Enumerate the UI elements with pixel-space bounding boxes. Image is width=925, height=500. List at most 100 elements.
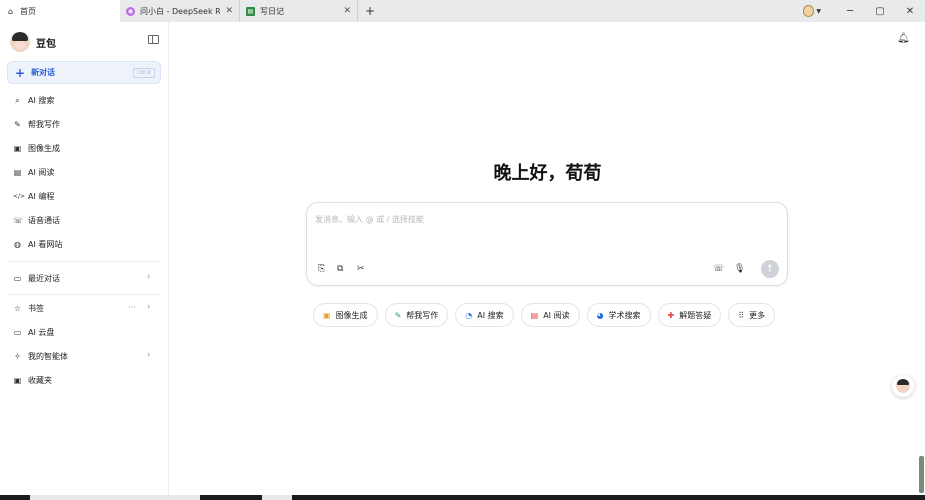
brand[interactable]: 豆包 bbox=[10, 32, 56, 52]
tab-home[interactable]: ⌂ 首页 bbox=[0, 0, 120, 22]
avatar bbox=[896, 379, 910, 393]
brand-name: 豆包 bbox=[36, 38, 56, 50]
main-panel: 🔔︎ 晚上好，荀荀 发消息、输入 @ 或 / 选择技能 ⎘ ⧉ ✂ ☏ 🎙︎ ↑… bbox=[170, 22, 925, 495]
new-chat-label: 新对话 bbox=[31, 68, 56, 77]
star-icon: ☆ bbox=[13, 304, 22, 313]
doc-icon: ▤ bbox=[246, 6, 255, 16]
pen-icon: ✎ bbox=[14, 120, 21, 129]
image-gen-icon: ▣ bbox=[323, 310, 331, 320]
cloud-icon: ▭ bbox=[13, 328, 22, 337]
greeting: 晚上好，荀荀 bbox=[493, 163, 602, 184]
maximize-button[interactable]: ▢ bbox=[865, 0, 895, 22]
plus-icon: + bbox=[15, 65, 26, 80]
bookmark-icon: ▣ bbox=[13, 376, 22, 385]
chip-label: AI 搜索 bbox=[477, 310, 504, 320]
chip-label: AI 阅读 bbox=[543, 310, 570, 320]
home-icon: ⌂ bbox=[7, 6, 14, 16]
chip-label: 更多 bbox=[749, 310, 766, 320]
floating-assistant-button[interactable] bbox=[892, 375, 914, 397]
chevron-right-icon[interactable]: › bbox=[147, 302, 151, 312]
solve-icon: ✚ bbox=[667, 310, 675, 320]
sidebar-item-label: AI 看网站 bbox=[28, 240, 63, 249]
chevron-right-icon[interactable]: › bbox=[147, 272, 151, 282]
sidebar-item-bookmarks[interactable]: ☆ 书签 bbox=[13, 303, 44, 314]
sidebar-item-label: 收藏夹 bbox=[28, 376, 52, 385]
sidebar-item-ai-code[interactable]: </> AI 编程 bbox=[13, 191, 54, 202]
divider bbox=[7, 261, 161, 262]
sidebar-item-label: AI 编程 bbox=[28, 192, 55, 201]
close-icon[interactable]: ✕ bbox=[343, 6, 351, 16]
chip-writing[interactable]: ✎ 帮我写作 bbox=[384, 303, 449, 327]
chevron-down-icon: ▼ bbox=[816, 7, 821, 15]
skill-chips: ▣ 图像生成 ✎ 帮我写作 ◔ AI 搜索 ▤ AI 阅读 ◕ 学术搜索 ✚ 解… bbox=[313, 303, 776, 327]
close-button[interactable]: ✕ bbox=[895, 0, 925, 22]
new-chat-button[interactable]: + 新对话 Ctrl K bbox=[7, 61, 161, 84]
sidebar-item-writing[interactable]: ✎ 帮我写作 bbox=[13, 119, 60, 130]
sidebar-item-label: 语音通话 bbox=[28, 216, 60, 225]
screenshot-icon[interactable]: ⧉ bbox=[337, 264, 343, 274]
tab-deepseek-label: 问小白 - DeepSeek R1 bbox=[140, 6, 221, 16]
close-icon[interactable]: ✕ bbox=[225, 6, 233, 16]
sidebar-item-label: 帮我写作 bbox=[28, 120, 60, 129]
tab-deepseek[interactable]: ◉ 问小白 - DeepSeek R1 ✕ bbox=[120, 0, 240, 22]
sidebar-item-ai-read[interactable]: ▤ AI 阅读 bbox=[13, 167, 55, 178]
phone-icon: ☏ bbox=[13, 216, 24, 225]
taskbar bbox=[0, 495, 925, 500]
sidebar-item-ai-cloud[interactable]: ▭ AI 云盘 bbox=[13, 327, 55, 338]
chat-icon: ▭ bbox=[13, 274, 22, 283]
sidebar-item-favorites[interactable]: ▣ 收藏夹 bbox=[13, 375, 52, 386]
globe-icon: ◍ bbox=[14, 240, 21, 249]
chip-ai-search[interactable]: ◔ AI 搜索 bbox=[455, 303, 514, 327]
microphone-icon[interactable]: 🎙︎ bbox=[734, 264, 745, 274]
tab-diary-label: 写日记 bbox=[260, 6, 284, 16]
ai-read-icon: ▤ bbox=[530, 310, 539, 320]
sidebar-item-label: AI 搜索 bbox=[28, 96, 55, 105]
scrollbar[interactable] bbox=[919, 456, 924, 493]
divider bbox=[7, 294, 161, 295]
chip-academic-search[interactable]: ◕ 学术搜索 bbox=[586, 303, 651, 327]
bell-icon[interactable]: 🔔︎ bbox=[897, 33, 910, 44]
chip-image-gen[interactable]: ▣ 图像生成 bbox=[313, 303, 378, 327]
academic-icon: ◕ bbox=[596, 310, 604, 320]
account-menu[interactable]: ▼ bbox=[803, 3, 821, 19]
sidebar-item-label: AI 阅读 bbox=[28, 168, 55, 177]
agent-icon: ✧ bbox=[14, 352, 21, 361]
deepseek-icon: ◉ bbox=[126, 6, 135, 16]
avatar bbox=[803, 5, 815, 17]
sidebar: 豆包 + 新对话 Ctrl K ⌕ AI 搜索 ✎ 帮我写作 ▣ 图像生成 ▤ … bbox=[0, 22, 169, 495]
avatar bbox=[10, 32, 30, 52]
sidebar-item-ai-web[interactable]: ◍ AI 看网站 bbox=[13, 239, 62, 250]
chip-solve[interactable]: ✚ 解题答疑 bbox=[657, 303, 722, 327]
send-button[interactable]: ↑ bbox=[761, 260, 779, 278]
tab-diary[interactable]: ▤ 写日记 ✕ bbox=[240, 0, 358, 22]
sidebar-item-image-gen[interactable]: ▣ 图像生成 bbox=[13, 143, 60, 154]
code-icon: </> bbox=[13, 193, 26, 200]
phone-icon[interactable]: ☏ bbox=[713, 264, 724, 274]
sidebar-item-my-agents[interactable]: ✧ 我的智能体 bbox=[13, 351, 68, 362]
book-icon: ▤ bbox=[13, 168, 22, 177]
sidebar-toggle-icon[interactable] bbox=[148, 35, 159, 44]
chip-label: 学术搜索 bbox=[608, 310, 641, 320]
chat-input-box[interactable]: 发消息、输入 @ 或 / 选择技能 ⎘ ⧉ ✂ ☏ 🎙︎ ↑ bbox=[306, 202, 788, 286]
chip-label: 图像生成 bbox=[335, 310, 368, 320]
tab-bar: ⌂ 首页 ◉ 问小白 - DeepSeek R1 ✕ ▤ 写日记 ✕ + ▼ ─… bbox=[0, 0, 925, 22]
chip-label: 解题答疑 bbox=[679, 310, 712, 320]
chat-input[interactable]: 发消息、输入 @ 或 / 选择技能 bbox=[315, 214, 424, 225]
attachment-icon[interactable]: ⎘ bbox=[318, 264, 325, 274]
tab-home-label: 首页 bbox=[20, 6, 36, 16]
chip-more[interactable]: ⠿ 更多 bbox=[728, 303, 776, 327]
chip-ai-read[interactable]: ▤ AI 阅读 bbox=[520, 303, 580, 327]
scissors-icon[interactable]: ✂ bbox=[357, 264, 365, 274]
sidebar-item-label: AI 云盘 bbox=[28, 328, 55, 337]
sidebar-item-recent[interactable]: ▭ 最近对话 bbox=[13, 273, 60, 284]
search-icon: ⌕ bbox=[15, 95, 20, 105]
shortcut-badge: Ctrl K bbox=[133, 67, 155, 78]
chevron-right-icon[interactable]: › bbox=[147, 350, 151, 360]
sidebar-item-voice-call[interactable]: ☏ 语音通话 bbox=[13, 215, 60, 226]
sidebar-item-ai-search[interactable]: ⌕ AI 搜索 bbox=[13, 95, 54, 106]
sidebar-item-label: 书签 bbox=[28, 304, 44, 313]
new-tab-button[interactable]: + bbox=[358, 0, 382, 22]
more-icon[interactable]: ··· bbox=[128, 303, 136, 312]
minimize-button[interactable]: ─ bbox=[835, 0, 865, 22]
write-icon: ✎ bbox=[394, 310, 402, 320]
